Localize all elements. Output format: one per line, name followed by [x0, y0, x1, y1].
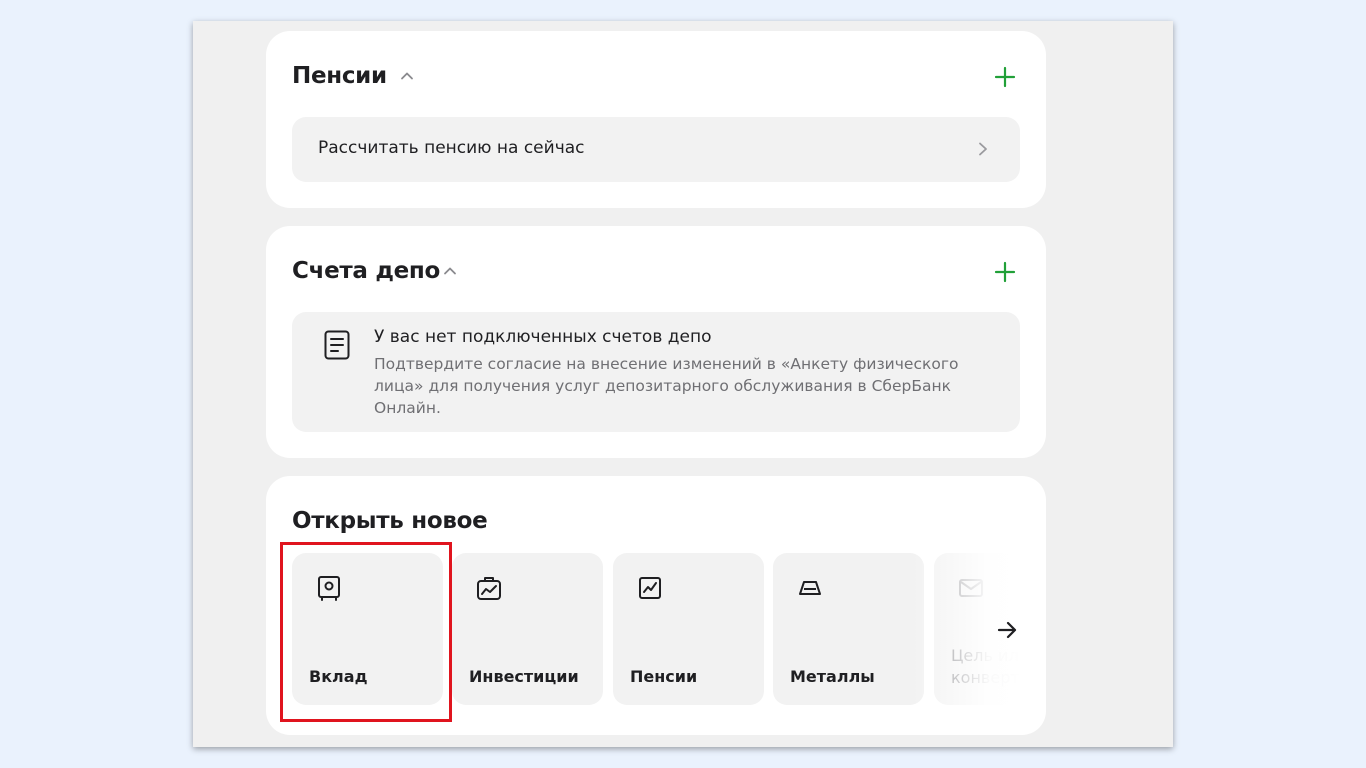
document-icon	[324, 330, 350, 360]
arrow-right-icon[interactable]	[996, 619, 1018, 641]
depo-title: Счета депо	[292, 258, 440, 284]
open-new-card: Открыть новое Вклад Инвестиции Пенсии Ме…	[266, 476, 1046, 735]
calculate-pension-row[interactable]: Рассчитать пенсию на сейчас	[292, 117, 1020, 182]
depo-card: Счета депо У вас нет подключенных счетов…	[266, 226, 1046, 458]
envelope-icon	[959, 579, 983, 597]
tile-label: Пенсии	[630, 667, 698, 686]
open-new-title: Открыть новое	[292, 508, 488, 534]
tile-label: Инвестиции	[469, 667, 579, 686]
chevron-up-icon[interactable]	[442, 263, 458, 279]
no-depo-accounts-notice: У вас нет подключенных счетов депо Подтв…	[292, 312, 1020, 432]
tile-label: Металлы	[790, 667, 875, 686]
notice-title: У вас нет подключенных счетов депо	[374, 327, 712, 347]
chevron-up-icon[interactable]	[399, 68, 415, 84]
chart-icon	[639, 577, 661, 599]
tile-investments[interactable]: Инвестиции	[452, 553, 603, 705]
gold-bar-icon	[799, 581, 821, 595]
tile-label: Цель или конверт	[951, 646, 1022, 687]
tile-deposit[interactable]: Вклад	[292, 553, 443, 705]
safe-icon	[318, 576, 340, 601]
notice-description: Подтвердите согласие на внесение изменен…	[374, 355, 959, 417]
open-new-carousel: Вклад Инвестиции Пенсии Металлы Цель или…	[292, 553, 1022, 707]
pensions-card: Пенсии Рассчитать пенсию на сейчас	[266, 31, 1046, 208]
pensions-title: Пенсии	[292, 63, 387, 89]
tile-metals[interactable]: Металлы	[773, 553, 924, 705]
add-pension-plus-icon[interactable]	[994, 66, 1016, 88]
chevron-right-icon	[979, 142, 987, 156]
add-depo-plus-icon[interactable]	[994, 261, 1016, 283]
app-window: Пенсии Рассчитать пенсию на сейчас Счета…	[193, 21, 1173, 747]
tile-pensions[interactable]: Пенсии	[613, 553, 764, 705]
calculate-pension-label: Рассчитать пенсию на сейчас	[318, 138, 585, 158]
tile-label: Вклад	[309, 667, 368, 686]
briefcase-chart-icon	[477, 577, 501, 600]
